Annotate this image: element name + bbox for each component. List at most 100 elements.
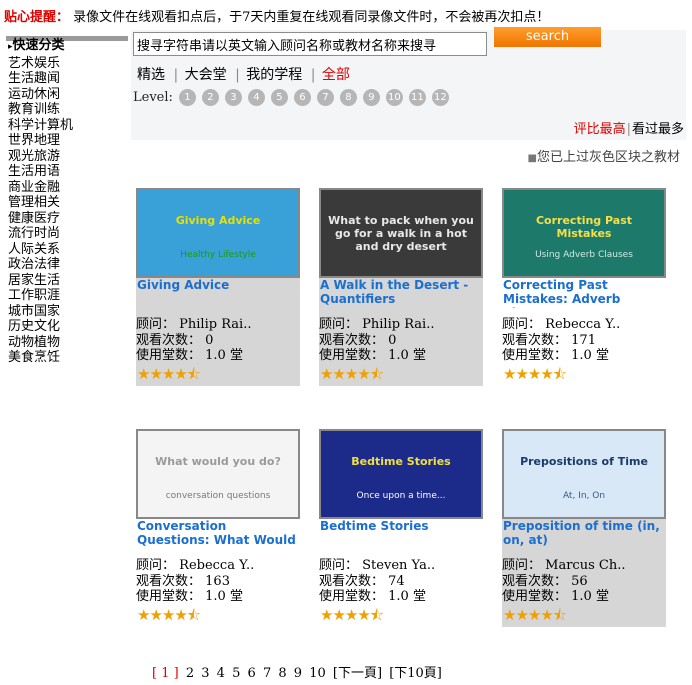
- tab-divider: |: [173, 67, 179, 83]
- course-card[interactable]: Correcting Past Mistakes Using Adverb Cla…: [502, 188, 666, 386]
- course-title[interactable]: Preposition of time (in, on, at): [503, 519, 665, 549]
- page-link[interactable]: 2: [186, 666, 194, 681]
- tab-my-courses[interactable]: 我的学程: [246, 67, 302, 83]
- next-page-link[interactable]: [下一頁]: [333, 666, 382, 681]
- page-link[interactable]: 7: [263, 666, 271, 681]
- thumbnail-title: Giving Advice: [175, 214, 261, 227]
- category-item[interactable]: 商业金融: [8, 180, 73, 196]
- course-thumbnail[interactable]: Giving Advice Healthy Lifestyle: [136, 188, 300, 278]
- category-item[interactable]: 美食烹饪: [8, 350, 73, 366]
- star-rating: ★★★★⯪: [320, 606, 384, 624]
- views-count: 163: [205, 573, 230, 589]
- category-item[interactable]: 运动休闲: [8, 87, 73, 103]
- level-button[interactable]: 10: [385, 89, 403, 106]
- course-card[interactable]: Giving Advice Healthy Lifestyle Giving Adv…: [136, 188, 300, 386]
- filter-tabs: 精选 | 大会堂 | 我的学程 | 全部: [137, 64, 352, 84]
- course-title[interactable]: Conversation Questions: What Would Y..: [137, 519, 299, 549]
- views-count: 0: [205, 332, 214, 348]
- thumbnail-title: Prepositions of Time: [520, 455, 648, 468]
- category-item[interactable]: 历史文化: [8, 319, 73, 335]
- page-link[interactable]: 9: [294, 666, 302, 681]
- level-button[interactable]: 3: [224, 89, 242, 106]
- course-thumbnail[interactable]: What to pack when you go for a walk in a…: [319, 188, 483, 278]
- category-item[interactable]: 居家生活: [8, 273, 73, 289]
- page-link[interactable]: 8: [278, 666, 286, 681]
- search-input[interactable]: [133, 32, 487, 56]
- course-thumbnail[interactable]: Prepositions of Time At, In, On: [502, 429, 666, 519]
- credits-label: 使用堂数：: [136, 348, 202, 363]
- course-title[interactable]: Giving Advice: [137, 278, 299, 308]
- page-current[interactable]: [ 1 ]: [152, 666, 179, 681]
- next-10-pages-link[interactable]: [下10頁]: [389, 666, 442, 681]
- page-link[interactable]: 5: [232, 666, 240, 681]
- course-thumbnail[interactable]: Correcting Past Mistakes Using Adverb Cla…: [502, 188, 666, 278]
- course-thumbnail[interactable]: What would you do? conversation questions: [136, 429, 300, 519]
- category-item[interactable]: 动物植物: [8, 335, 73, 351]
- level-button[interactable]: 1: [178, 89, 196, 106]
- page-link[interactable]: 10: [309, 666, 326, 681]
- category-item[interactable]: 科学计算机: [8, 118, 73, 134]
- level-button[interactable]: 7: [316, 89, 334, 106]
- advisor-label: 顾问：: [319, 317, 359, 332]
- tab-auditorium[interactable]: 大会堂: [185, 67, 227, 83]
- category-item[interactable]: 管理相关: [8, 195, 73, 211]
- category-item[interactable]: 世界地理: [8, 133, 73, 149]
- page-link[interactable]: 6: [248, 666, 256, 681]
- course-title[interactable]: A Walk in the Desert - Quantifiers: [320, 278, 482, 308]
- category-item[interactable]: 生活趣闻: [8, 71, 73, 87]
- category-item[interactable]: 城市国家: [8, 304, 73, 320]
- star-rating: ★★★★⯪: [503, 606, 567, 624]
- tab-divider: |: [235, 67, 240, 83]
- category-item[interactable]: 艺术娱乐: [8, 56, 73, 72]
- level-button[interactable]: 6: [293, 89, 311, 106]
- level-button[interactable]: 11: [408, 89, 426, 106]
- tab-all[interactable]: 全部: [322, 67, 350, 83]
- advisor-name: Marcus Ch..: [545, 558, 626, 573]
- level-button[interactable]: 5: [270, 89, 288, 106]
- category-item[interactable]: 政治法律: [8, 257, 73, 273]
- star-rating: ★★★★⯪: [137, 606, 201, 624]
- course-title[interactable]: Correcting Past Mistakes: Adverb Claus..: [503, 278, 665, 308]
- search-button[interactable]: search: [494, 27, 601, 47]
- views-count: 171: [571, 332, 596, 348]
- course-card[interactable]: What would you do? conversation questions…: [136, 429, 300, 627]
- credits-value: 1.0 堂: [205, 348, 243, 363]
- page-link[interactable]: 4: [217, 666, 225, 681]
- category-item[interactable]: 生活用语: [8, 164, 73, 180]
- category-item[interactable]: 观光旅游: [8, 149, 73, 165]
- star-rating: ★★★★⯪: [503, 365, 567, 383]
- category-item[interactable]: 人际关系: [8, 242, 73, 258]
- sort-most-viewed[interactable]: 看过最多: [632, 122, 684, 137]
- sort-options: 评比最高|看过最多: [574, 118, 684, 137]
- thumbnail-title: Bedtime Stories: [351, 455, 451, 468]
- square-icon: ■: [527, 153, 537, 164]
- category-item[interactable]: 健康医疗: [8, 211, 73, 227]
- category-item[interactable]: 工作职涯: [8, 288, 73, 304]
- views-label: 观看次数：: [502, 332, 568, 348]
- advisor-label: 顾问：: [502, 317, 542, 332]
- advisor-name: Rebecca Y..: [179, 558, 255, 573]
- level-button[interactable]: 12: [431, 89, 449, 106]
- level-button[interactable]: 2: [201, 89, 219, 106]
- pagination: [ 1 ] 2 3 4 5 6 7 8 9 10 [下一頁] [下10頁]: [152, 662, 445, 681]
- views-label: 观看次数：: [136, 573, 202, 589]
- level-button[interactable]: 8: [339, 89, 357, 106]
- category-item[interactable]: 流行时尚: [8, 226, 73, 242]
- level-button[interactable]: 9: [362, 89, 380, 106]
- tab-divider: |: [310, 67, 316, 83]
- page-link[interactable]: 3: [201, 666, 209, 681]
- views-count: 56: [571, 573, 588, 589]
- views-label: 观看次数：: [319, 573, 385, 589]
- category-item[interactable]: 教育训练: [8, 102, 73, 118]
- course-thumbnail[interactable]: Bedtime Stories Once upon a time...: [319, 429, 483, 519]
- course-card[interactable]: What to pack when you go for a walk in a…: [319, 188, 483, 386]
- course-card[interactable]: Prepositions of Time At, In, On Prepositio…: [502, 429, 666, 627]
- course-card[interactable]: Bedtime Stories Once upon a time... Bedtim…: [319, 429, 483, 627]
- views-count: 74: [388, 573, 405, 589]
- course-meta: 顾问： Steven Ya.. 观看次数： 74 使用堂数： 1.0 堂: [319, 558, 435, 605]
- sort-top-rated[interactable]: 评比最高: [574, 122, 626, 137]
- course-title[interactable]: Bedtime Stories: [320, 519, 482, 549]
- level-button[interactable]: 4: [247, 89, 265, 106]
- tab-featured[interactable]: 精选: [137, 67, 165, 83]
- views-count: 0: [388, 332, 397, 348]
